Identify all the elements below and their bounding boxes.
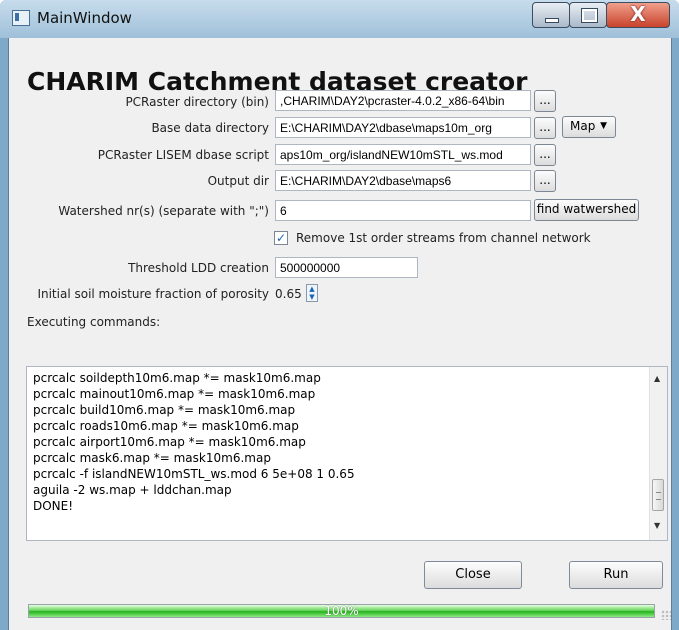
scroll-down-icon[interactable]: ▼ — [654, 521, 660, 530]
log-line: pcrcalc mainout10m6.map *= mask10m6.map — [33, 387, 316, 401]
progress-bar: 100% — [28, 604, 655, 618]
command-log[interactable]: pcrcalc soildepth10m6.map *= mask10m6.ma… — [26, 366, 668, 541]
moisture-value: 0.65 — [275, 287, 302, 301]
chevron-down-icon: ▼ — [600, 121, 607, 131]
output-dir-browse-button[interactable]: ... — [534, 170, 556, 192]
main-window: MainWindow X CHARIM Catchment dataset cr… — [0, 0, 679, 630]
remove-streams-label: Remove 1st order streams from channel ne… — [296, 231, 591, 245]
executing-commands-label: Executing commands: — [27, 315, 161, 329]
threshold-label: Threshold LDD creation — [128, 261, 269, 275]
log-line: DONE! — [33, 499, 74, 513]
threshold-input[interactable] — [275, 257, 418, 278]
log-line: pcrcalc soildepth10m6.map *= mask10m6.ma… — [33, 371, 321, 385]
log-scrollbar[interactable]: ▲ ▼ — [649, 367, 667, 540]
watershed-label: Watershed nr(s) (separate with ";") — [58, 204, 269, 218]
scroll-thumb[interactable] — [652, 479, 664, 511]
window-title: MainWindow — [37, 9, 132, 27]
close-icon: X — [630, 2, 646, 26]
resize-grip-icon[interactable] — [661, 610, 671, 620]
pcraster-directory-input[interactable] — [275, 90, 531, 111]
base-data-directory-label: Base data directory — [151, 121, 269, 135]
output-dir-input[interactable] — [275, 170, 531, 191]
watershed-input[interactable] — [275, 200, 531, 221]
base-data-browse-button[interactable]: ... — [534, 117, 556, 139]
close-window-button[interactable]: X — [606, 2, 670, 28]
progress-text: 100% — [324, 604, 359, 618]
maximize-icon — [581, 8, 598, 23]
spin-up-icon[interactable]: ▲ — [307, 285, 317, 293]
log-line: pcrcalc mask6.map *= mask10m6.map — [33, 451, 271, 465]
moisture-spinbox[interactable]: ▲ ▼ — [306, 284, 318, 302]
log-line: aguila -2 ws.map + lddchan.map — [33, 483, 232, 497]
lisem-script-label: PCRaster LISEM dbase script — [97, 148, 269, 162]
base-data-directory-input[interactable] — [275, 117, 531, 138]
window-icon — [12, 10, 30, 26]
log-line: pcrcalc roads10m6.map *= mask10m6.map — [33, 419, 299, 433]
title-bar: MainWindow X — [0, 0, 679, 38]
log-line: pcrcalc -f islandNEW10mSTL_ws.mod 6 5e+0… — [33, 467, 355, 481]
pcraster-directory-label: PCRaster directory (bin) — [125, 95, 269, 109]
minimize-icon — [545, 18, 559, 23]
remove-streams-checkbox[interactable]: ✓ — [274, 231, 288, 245]
run-button[interactable]: Run — [569, 561, 663, 589]
spin-down-icon[interactable]: ▼ — [307, 293, 317, 301]
output-dir-label: Output dir — [207, 174, 269, 188]
maximize-button[interactable] — [569, 2, 607, 28]
moisture-label: Initial soil moisture fraction of porosi… — [37, 287, 269, 301]
dialog-content: CHARIM Catchment dataset creator PCRaste… — [8, 38, 672, 630]
lisem-script-input[interactable] — [275, 144, 531, 165]
log-line: pcrcalc airport10m6.map *= mask10m6.map — [33, 435, 306, 449]
pcraster-directory-browse-button[interactable]: ... — [534, 90, 556, 112]
lisem-script-browse-button[interactable]: ... — [534, 144, 556, 166]
log-line: pcrcalc build10m6.map *= mask10m6.map — [33, 403, 296, 417]
find-watershed-button[interactable]: find watwershed — [534, 199, 639, 221]
map-dropdown-label: Map — [570, 119, 596, 133]
map-dropdown[interactable]: Map ▼ — [562, 116, 616, 138]
scroll-up-icon[interactable]: ▲ — [654, 374, 660, 383]
close-button[interactable]: Close — [424, 561, 522, 589]
minimize-button[interactable] — [532, 2, 570, 28]
